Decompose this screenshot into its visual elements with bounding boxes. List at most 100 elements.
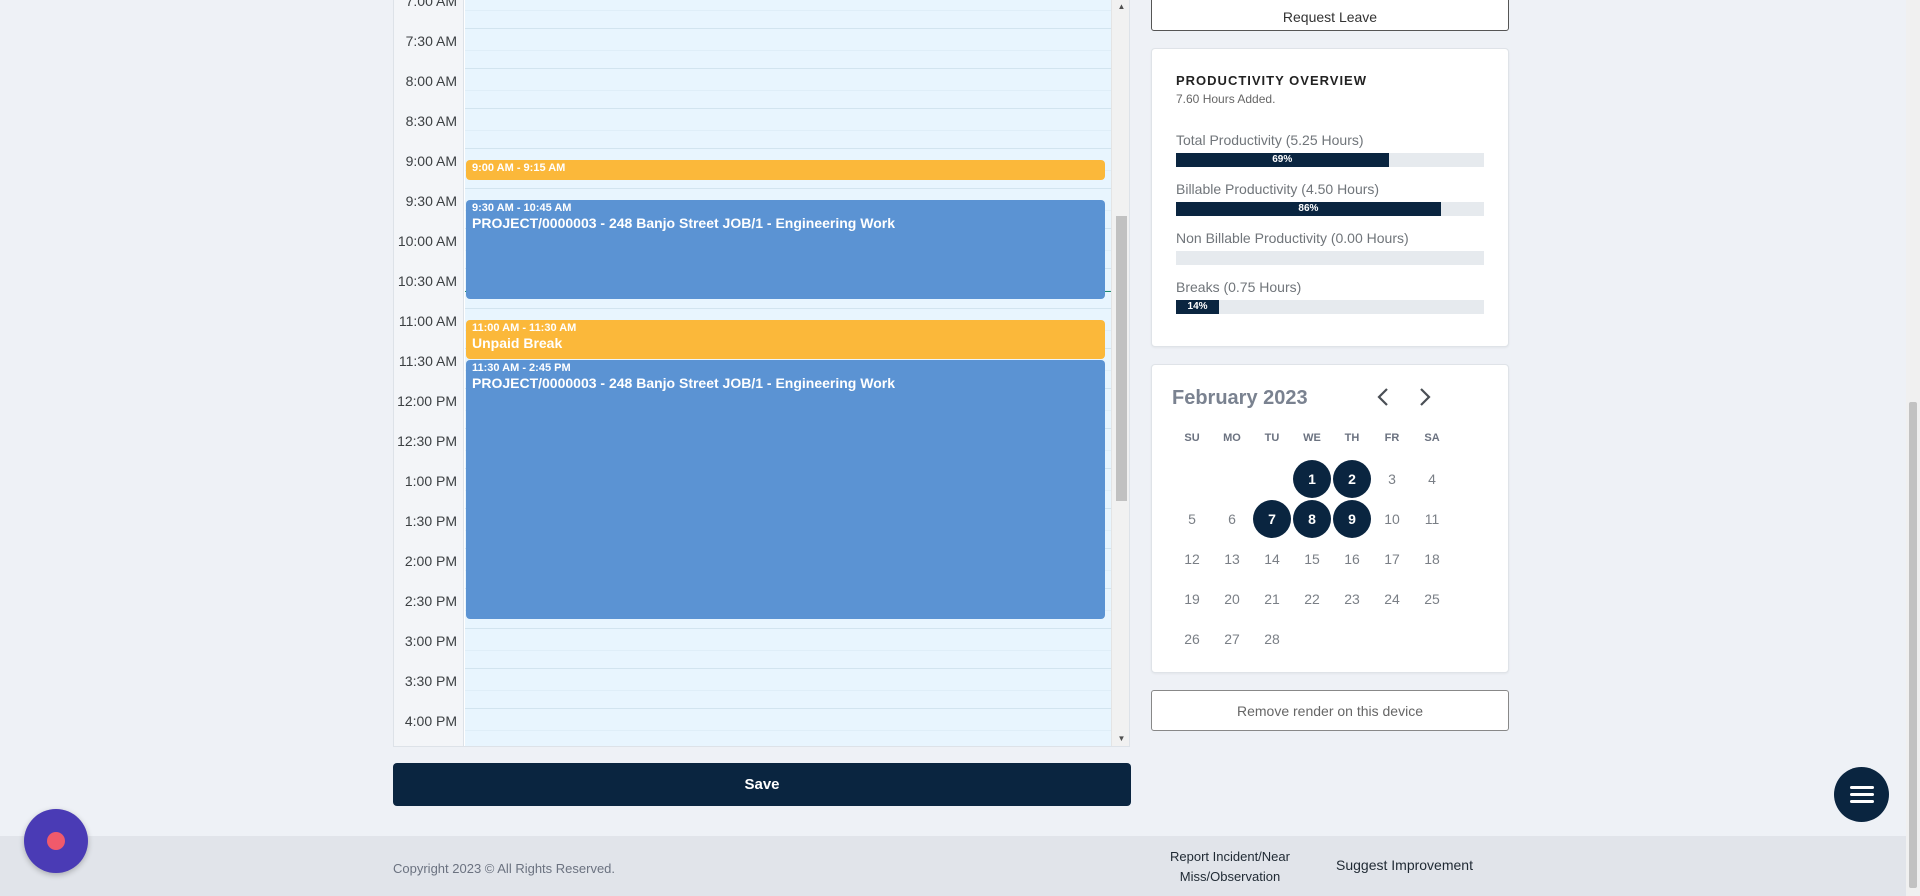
slot-subline [465,130,1111,131]
slot-line [465,68,1111,69]
calendar-day[interactable]: 21 [1253,580,1291,618]
weekday-label: SA [1424,432,1440,444]
request-leave-button[interactable]: Request Leave [1151,0,1509,31]
progress-bar-fill: 14% [1176,300,1220,314]
event-time: 9:30 AM - 10:45 AM [472,202,572,214]
calendar-day-marked[interactable]: 7 [1253,500,1291,538]
slot-subline [465,650,1111,651]
time-label: 11:00 AM [398,313,457,329]
calendar-day[interactable]: 18 [1413,540,1451,578]
event-title: PROJECT/0000003 - 248 Banjo Street JOB/1… [472,215,895,231]
time-label: 7:30 AM [405,33,457,49]
event-title: PROJECT/0000003 - 248 Banjo Street JOB/1… [472,375,895,391]
slot-line [465,308,1111,309]
calendar-day[interactable]: 15 [1293,540,1331,578]
calendar-day[interactable]: 3 [1373,460,1411,498]
time-label: 7:00 AM [405,0,457,9]
productivity-item: Total Productivity (5.25 Hours) 69% [1176,132,1484,167]
time-label: 2:00 PM [404,553,457,569]
day-view-scroll-thumb[interactable] [1116,216,1127,501]
calendar-day[interactable]: 14 [1253,540,1291,578]
calendar-day[interactable]: 28 [1253,620,1291,658]
scroll-up-arrow-icon[interactable]: ▲ [1112,0,1129,14]
slot-line [465,148,1111,149]
calendar-day-marked[interactable]: 2 [1333,460,1371,498]
suggest-improvement-link[interactable]: Suggest Improvement [1336,857,1473,873]
time-label: 12:30 PM [397,433,457,449]
calendar-day[interactable]: 26 [1173,620,1211,658]
time-label: 10:00 AM [397,233,457,249]
chevron-left-icon[interactable] [1372,387,1394,413]
page-scroll-thumb[interactable] [1909,402,1917,888]
productivity-item: Non Billable Productivity (0.00 Hours) [1176,230,1484,265]
productivity-item: Breaks (0.75 Hours) 14% [1176,279,1484,314]
time-label: 1:30 PM [404,513,457,529]
day-view-calendar[interactable]: 7:00 AM 7:30 AM 8:00 AM 8:30 AM 9:00 AM 9:30 … [393,0,1130,747]
calendar-event[interactable]: 11:30 AM - 2:45 PM PROJECT/0000003 - 248 … [466,360,1105,619]
report-incident-line2: Miss/Observation [1179,869,1281,884]
calendar-day[interactable]: 27 [1213,620,1251,658]
weekday-label: SU [1184,432,1200,444]
calendar-day[interactable]: 25 [1413,580,1451,618]
calendar-day-marked[interactable]: 9 [1333,500,1371,538]
calendar-day[interactable]: 16 [1333,540,1371,578]
slot-subline [465,10,1111,11]
calendar-blank-cell [1252,459,1292,499]
slot-line [465,628,1111,629]
calendar-event[interactable]: 11:00 AM - 11:30 AM Unpaid Break [466,320,1105,359]
calendar-day[interactable]: 23 [1333,580,1371,618]
footer: Copyright 2023 © All Rights Reserved. Re… [0,836,1906,896]
scroll-down-arrow-icon[interactable]: ▼ [1112,732,1129,746]
record-button[interactable] [24,809,88,873]
time-label: 1:00 PM [404,473,457,489]
calendar-event[interactable]: 9:00 AM - 9:15 AM [466,160,1105,180]
calendar-day[interactable]: 22 [1293,580,1331,618]
calendar-day[interactable]: 13 [1213,540,1251,578]
calendar-day[interactable]: 10 [1373,500,1411,538]
day-view-scrollbar[interactable]: ▲ ▼ [1111,0,1129,746]
report-incident-link[interactable]: Report Incident/Near Miss/Observation [1160,847,1300,887]
productivity-label: Breaks (0.75 Hours) [1176,279,1302,295]
month-calendar-card: February 2023 SU MO TU WE TH FR SA 1 2 3 4 5 6 7 8 9 10… [1151,364,1509,673]
calendar-day[interactable]: 24 [1373,580,1411,618]
page-scrollbar[interactable] [1906,0,1920,896]
slot-line [465,108,1111,109]
productivity-subtitle: 7.60 Hours Added. [1176,92,1276,106]
hamburger-menu-icon[interactable] [1834,767,1889,822]
progress-bar-track: 14% [1176,300,1484,314]
weekday-label: MO [1223,432,1241,444]
progress-bar-fill: 69% [1176,153,1389,167]
calendar-day[interactable]: 5 [1173,500,1211,538]
time-label: 8:00 AM [405,73,457,89]
calendar-day[interactable]: 19 [1173,580,1211,618]
calendar-day[interactable]: 20 [1213,580,1251,618]
calendar-day[interactable]: 12 [1173,540,1211,578]
chevron-right-icon[interactable] [1414,387,1436,413]
event-time: 9:00 AM - 9:15 AM [472,162,566,174]
slot-line [465,28,1111,29]
progress-bar-track: 86% [1176,202,1484,216]
time-label: 3:00 PM [404,633,457,649]
productivity-label: Non Billable Productivity (0.00 Hours) [1176,230,1409,246]
time-label: 12:00 PM [397,393,457,409]
calendar-event[interactable]: 9:30 AM - 10:45 AM PROJECT/0000003 - 248 … [466,200,1105,299]
remove-render-button[interactable]: Remove render on this device [1151,690,1509,731]
weekday-label: TU [1264,432,1280,444]
calendar-day-marked[interactable]: 8 [1293,500,1331,538]
time-label: 11:30 AM [398,353,457,369]
calendar-day[interactable]: 6 [1213,500,1251,538]
calendar-header: February 2023 [1172,387,1488,415]
calendar-blank-cell [1212,459,1252,499]
progress-bar-track: 69% [1176,153,1484,167]
time-column: 7:00 AM 7:30 AM 8:00 AM 8:30 AM 9:00 AM 9:30 … [394,0,464,746]
save-button[interactable]: Save [393,763,1131,806]
slot-subline [465,730,1111,731]
calendar-day[interactable]: 17 [1373,540,1411,578]
weekday-header: SU MO TU WE TH FR SA [1172,431,1452,451]
calendar-day[interactable]: 11 [1413,500,1451,538]
slot-subline [465,50,1111,51]
productivity-label: Billable Productivity (4.50 Hours) [1176,181,1380,197]
calendar-day-marked[interactable]: 1 [1293,460,1331,498]
time-label: 10:30 AM [397,273,457,289]
calendar-day[interactable]: 4 [1413,460,1451,498]
